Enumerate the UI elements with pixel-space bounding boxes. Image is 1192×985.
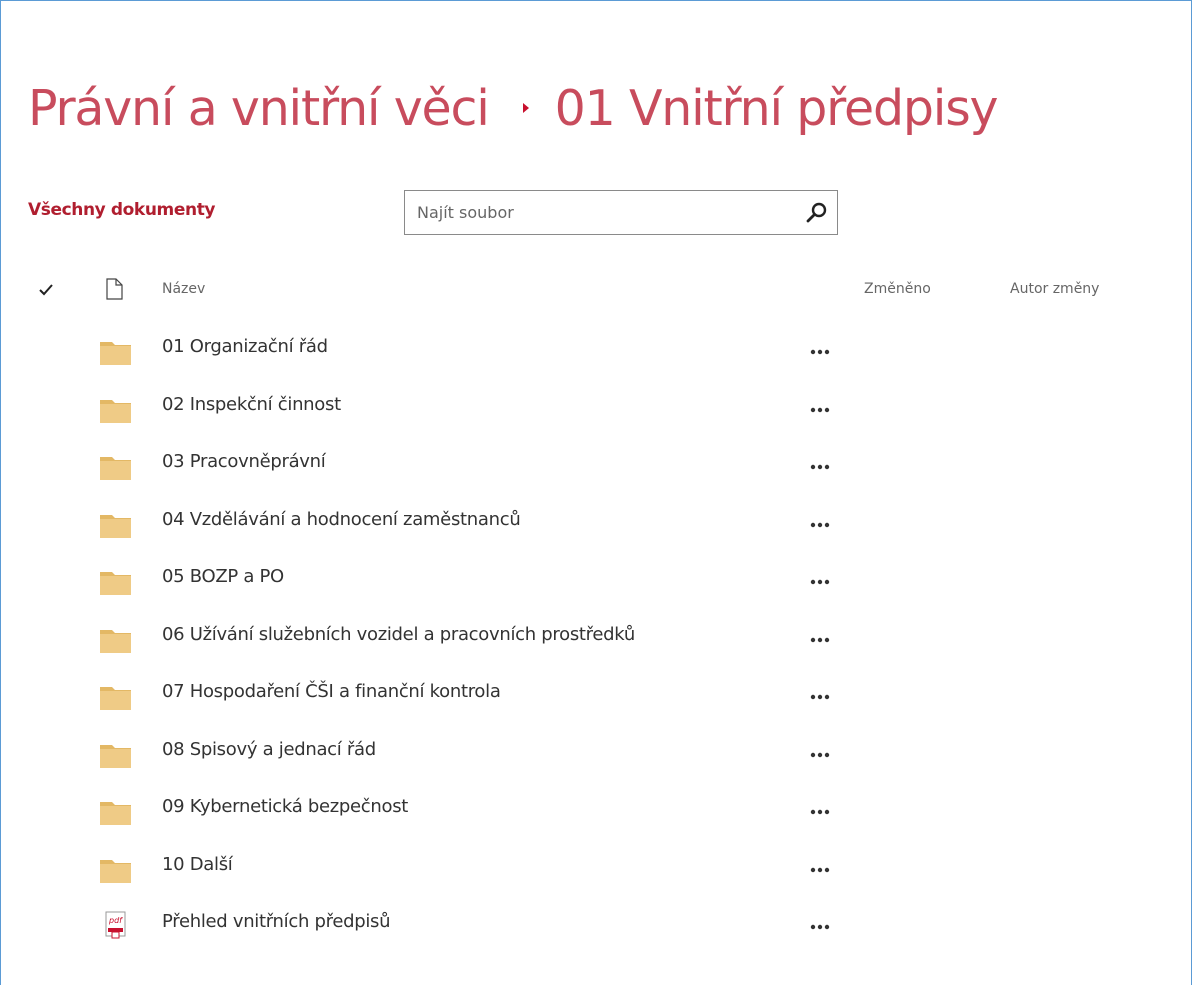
list-header: Název Změněno Autor změny [0, 270, 1192, 310]
folder-icon [99, 737, 132, 770]
breadcrumb-current: 01 Vnitřní předpisy [554, 79, 999, 137]
item-name-link[interactable]: 03 Pracovněprávní [162, 451, 326, 472]
list-item[interactable]: 10 Další [0, 838, 1192, 896]
item-name-link[interactable]: 06 Užívání služebních vozidel a pracovní… [162, 624, 635, 645]
list-item[interactable]: 08 Spisový a jednací řád [0, 723, 1192, 781]
column-header-author[interactable]: Autor změny [1010, 281, 1099, 297]
search-icon[interactable] [803, 199, 831, 227]
ellipsis-icon[interactable] [806, 568, 834, 592]
ellipsis-icon[interactable] [806, 511, 834, 535]
view-selector[interactable]: Všechny dokumenty [28, 200, 216, 220]
column-header-modified[interactable]: Změněno [864, 281, 931, 297]
ellipsis-icon[interactable] [806, 396, 834, 420]
folder-icon [99, 622, 132, 655]
folder-icon [99, 392, 132, 425]
item-name-link[interactable]: 02 Inspekční činnost [162, 394, 341, 415]
item-name-link[interactable]: 04 Vzdělávání a hodnocení zaměstnanců [162, 509, 521, 530]
ellipsis-icon[interactable] [806, 856, 834, 880]
folder-icon [99, 679, 132, 712]
svg-text:pdf: pdf [108, 916, 123, 925]
item-name-link[interactable]: 07 Hospodaření ČŠI a finanční kontrola [162, 681, 501, 702]
ellipsis-icon[interactable] [806, 798, 834, 822]
item-name-link[interactable]: 05 BOZP a PO [162, 566, 284, 587]
list-item[interactable]: 09 Kybernetická bezpečnost [0, 780, 1192, 838]
select-all-checkmark-icon[interactable] [36, 280, 56, 300]
folder-icon [99, 852, 132, 885]
search-box [404, 190, 838, 235]
list-item[interactable]: 06 Užívání služebních vozidel a pracovní… [0, 608, 1192, 666]
item-name-link[interactable]: 09 Kybernetická bezpečnost [162, 796, 408, 817]
ellipsis-icon[interactable] [806, 626, 834, 650]
pdf-file-icon: pdf [99, 909, 132, 942]
folder-icon [99, 334, 132, 367]
breadcrumb-separator-icon [522, 103, 529, 113]
ellipsis-icon[interactable] [806, 741, 834, 765]
item-name-link[interactable]: 10 Další [162, 854, 233, 875]
item-name-link[interactable]: Přehled vnitřních předpisů [162, 911, 391, 932]
breadcrumb-parent-link[interactable]: Právní a vnitřní věci [28, 84, 490, 133]
folder-icon [99, 507, 132, 540]
search-input[interactable] [405, 191, 785, 234]
folder-icon [99, 449, 132, 482]
list-item[interactable]: pdf Přehled vnitřních předpisů [0, 895, 1192, 953]
ellipsis-icon[interactable] [806, 453, 834, 477]
item-name-link[interactable]: 01 Organizační řád [162, 336, 328, 357]
column-header-name[interactable]: Název [162, 281, 205, 297]
list-item[interactable]: 03 Pracovněprávní [0, 435, 1192, 493]
ellipsis-icon[interactable] [806, 683, 834, 707]
list-item[interactable]: 01 Organizační řád [0, 320, 1192, 378]
document-type-icon [102, 277, 126, 301]
list-item[interactable]: 04 Vzdělávání a hodnocení zaměstnanců [0, 493, 1192, 551]
ellipsis-icon[interactable] [806, 913, 834, 937]
folder-icon [99, 794, 132, 827]
folder-icon [99, 564, 132, 597]
list-item[interactable]: 05 BOZP a PO [0, 550, 1192, 608]
breadcrumb: Právní a vnitřní věci 01 Vnitřní předpis… [28, 68, 999, 148]
item-name-link[interactable]: 08 Spisový a jednací řád [162, 739, 376, 760]
list-item[interactable]: 02 Inspekční činnost [0, 378, 1192, 436]
ellipsis-icon[interactable] [806, 338, 834, 362]
list-item[interactable]: 07 Hospodaření ČŠI a finanční kontrola [0, 665, 1192, 723]
